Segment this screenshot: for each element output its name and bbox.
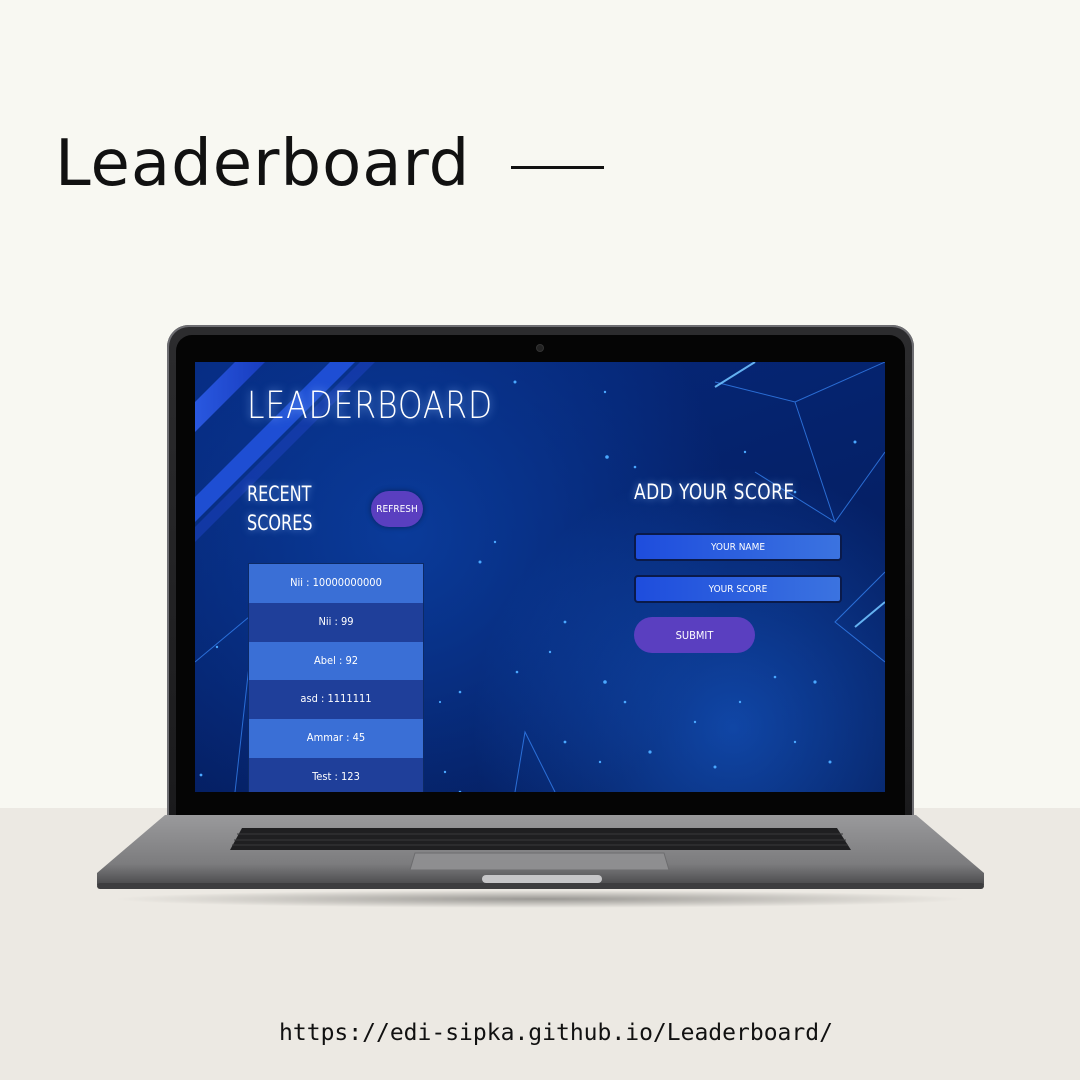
score-list: Nii : 10000000000 Nii : 99 Abel : 92 asd… (248, 563, 424, 792)
list-item: Nii : 10000000000 (249, 564, 423, 603)
page-heading: Leaderboard (55, 127, 471, 201)
project-url: https://edi-sipka.github.io/Leaderboard/ (279, 1020, 833, 1046)
recent-scores-title: RECENT SCORES (247, 482, 313, 535)
list-item: Ammar : 45 (249, 719, 423, 758)
webcam-icon (537, 345, 543, 351)
list-item: Nii : 99 (249, 602, 423, 642)
list-item: asd : 1111111 (249, 680, 423, 720)
laptop-base (97, 815, 984, 895)
app-title: LEADERBOARD (247, 384, 494, 427)
laptop-screen: LEADERBOARD RECENT SCORES REFRESH Nii : … (195, 362, 885, 792)
name-input[interactable] (634, 533, 842, 561)
submit-button[interactable]: SUBMIT (634, 617, 755, 653)
list-item: Abel : 92 (249, 641, 423, 681)
score-input[interactable] (634, 575, 842, 603)
add-score-title: ADD YOUR SCORE (634, 480, 795, 504)
laptop-shadow (110, 890, 970, 908)
refresh-button[interactable]: REFRESH (371, 491, 423, 527)
heading-rule (511, 166, 604, 169)
list-item: Test : 123 (249, 757, 423, 792)
